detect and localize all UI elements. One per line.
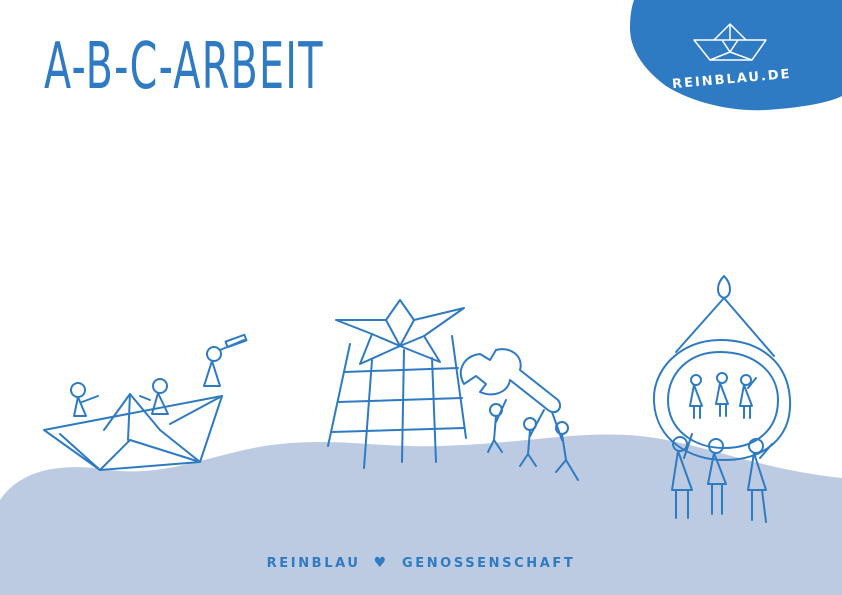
footer-brand: REINBLAU — [266, 556, 361, 571]
heart-icon: ♥ — [373, 555, 389, 571]
footer-tagline: GENOSSENSCHAFT — [401, 556, 576, 571]
illustration-canvas — [0, 275, 842, 595]
star-tower-scene — [327, 299, 467, 469]
footer: REINBLAU ♥ GENOSSENSCHAFT — [0, 555, 842, 571]
paper-boat-scene — [43, 333, 248, 471]
